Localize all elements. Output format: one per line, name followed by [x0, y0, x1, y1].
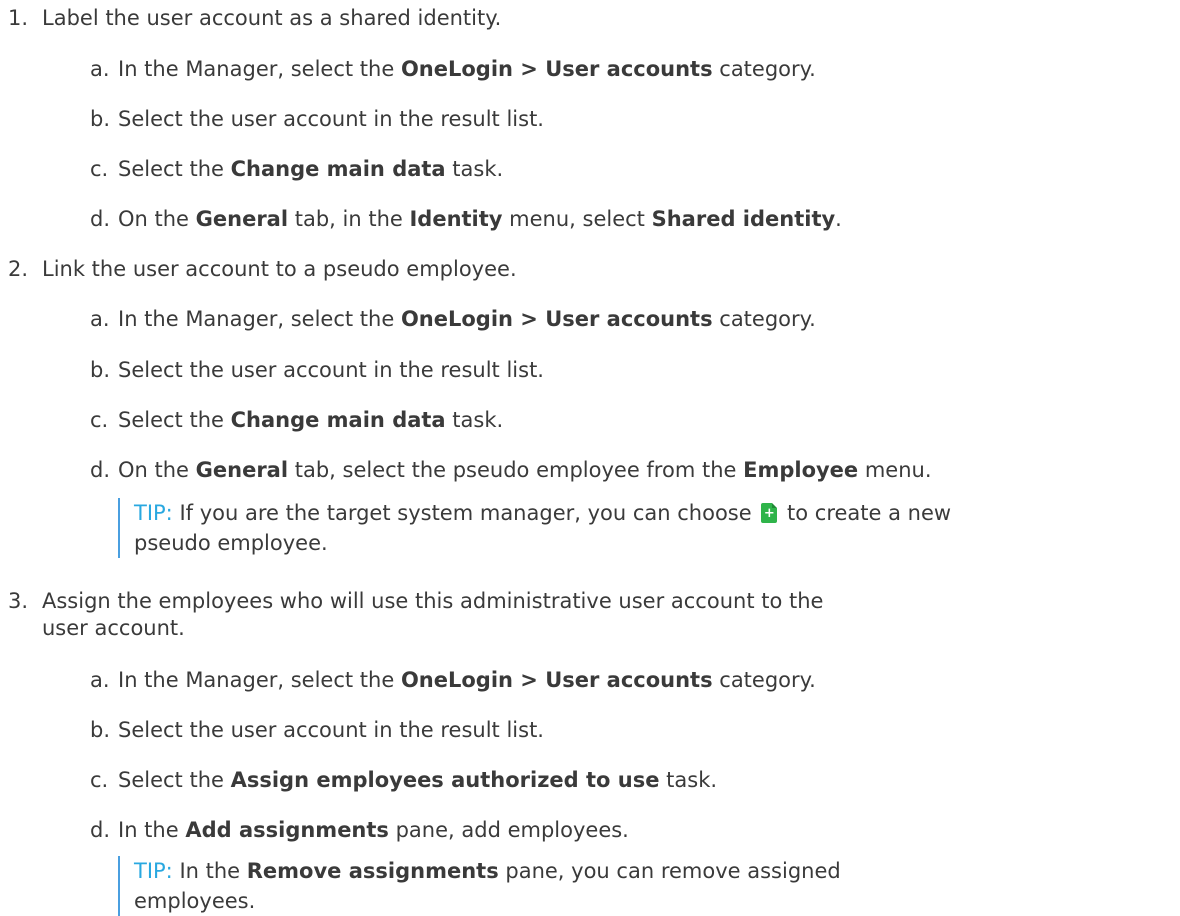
substep-3c: c. Select the Assign employees authorized…	[90, 768, 718, 792]
substep-3d: d. In the Add assignments pane, add emplo…	[90, 818, 629, 842]
step-number: 2.	[8, 257, 29, 281]
tip-note: TIP: In the Remove assignments pane, you…	[118, 856, 841, 916]
step-number: 3.	[8, 589, 29, 613]
substep-2d: d. On the General tab, select the pseudo …	[90, 458, 932, 482]
substep-1c: c. Select the Change main data task.	[90, 157, 504, 181]
document-body: 1. Label the user account as a shared ide…	[0, 0, 1180, 916]
substep-2b: b. Select the user account in the result …	[90, 358, 544, 382]
substep-3a: a. In the Manager, select the OneLogin > …	[90, 668, 816, 692]
tip-note: TIP: If you are the target system manage…	[118, 498, 951, 558]
substep-2a: a. In the Manager, select the OneLogin > …	[90, 307, 816, 331]
step-number: 1.	[8, 6, 29, 30]
step-3-continuation: user account.	[42, 616, 185, 640]
substep-3b: b. Select the user account in the result …	[90, 718, 544, 742]
substep-2c: c. Select the Change main data task.	[90, 408, 504, 432]
step-1: 1. Label the user account as a shared ide…	[8, 6, 501, 30]
step-text: Link the user account to a pseudo employ…	[42, 257, 517, 281]
substep-1a: a. In the Manager, select the OneLogin > …	[90, 57, 816, 81]
step-3: 3. Assign the employees who will use this…	[8, 589, 823, 613]
substep-1b: b. Select the user account in the result …	[90, 107, 544, 131]
tip-label: TIP:	[134, 501, 173, 525]
step-text: Label the user account as a shared ident…	[42, 6, 502, 30]
step-2: 2. Link the user account to a pseudo empl…	[8, 257, 517, 281]
substep-1d: d. On the General tab, in the Identity me…	[90, 207, 842, 231]
add-document-icon	[761, 503, 778, 523]
tip-label: TIP:	[134, 859, 173, 883]
step-text: Assign the employees who will use this a…	[42, 589, 824, 613]
